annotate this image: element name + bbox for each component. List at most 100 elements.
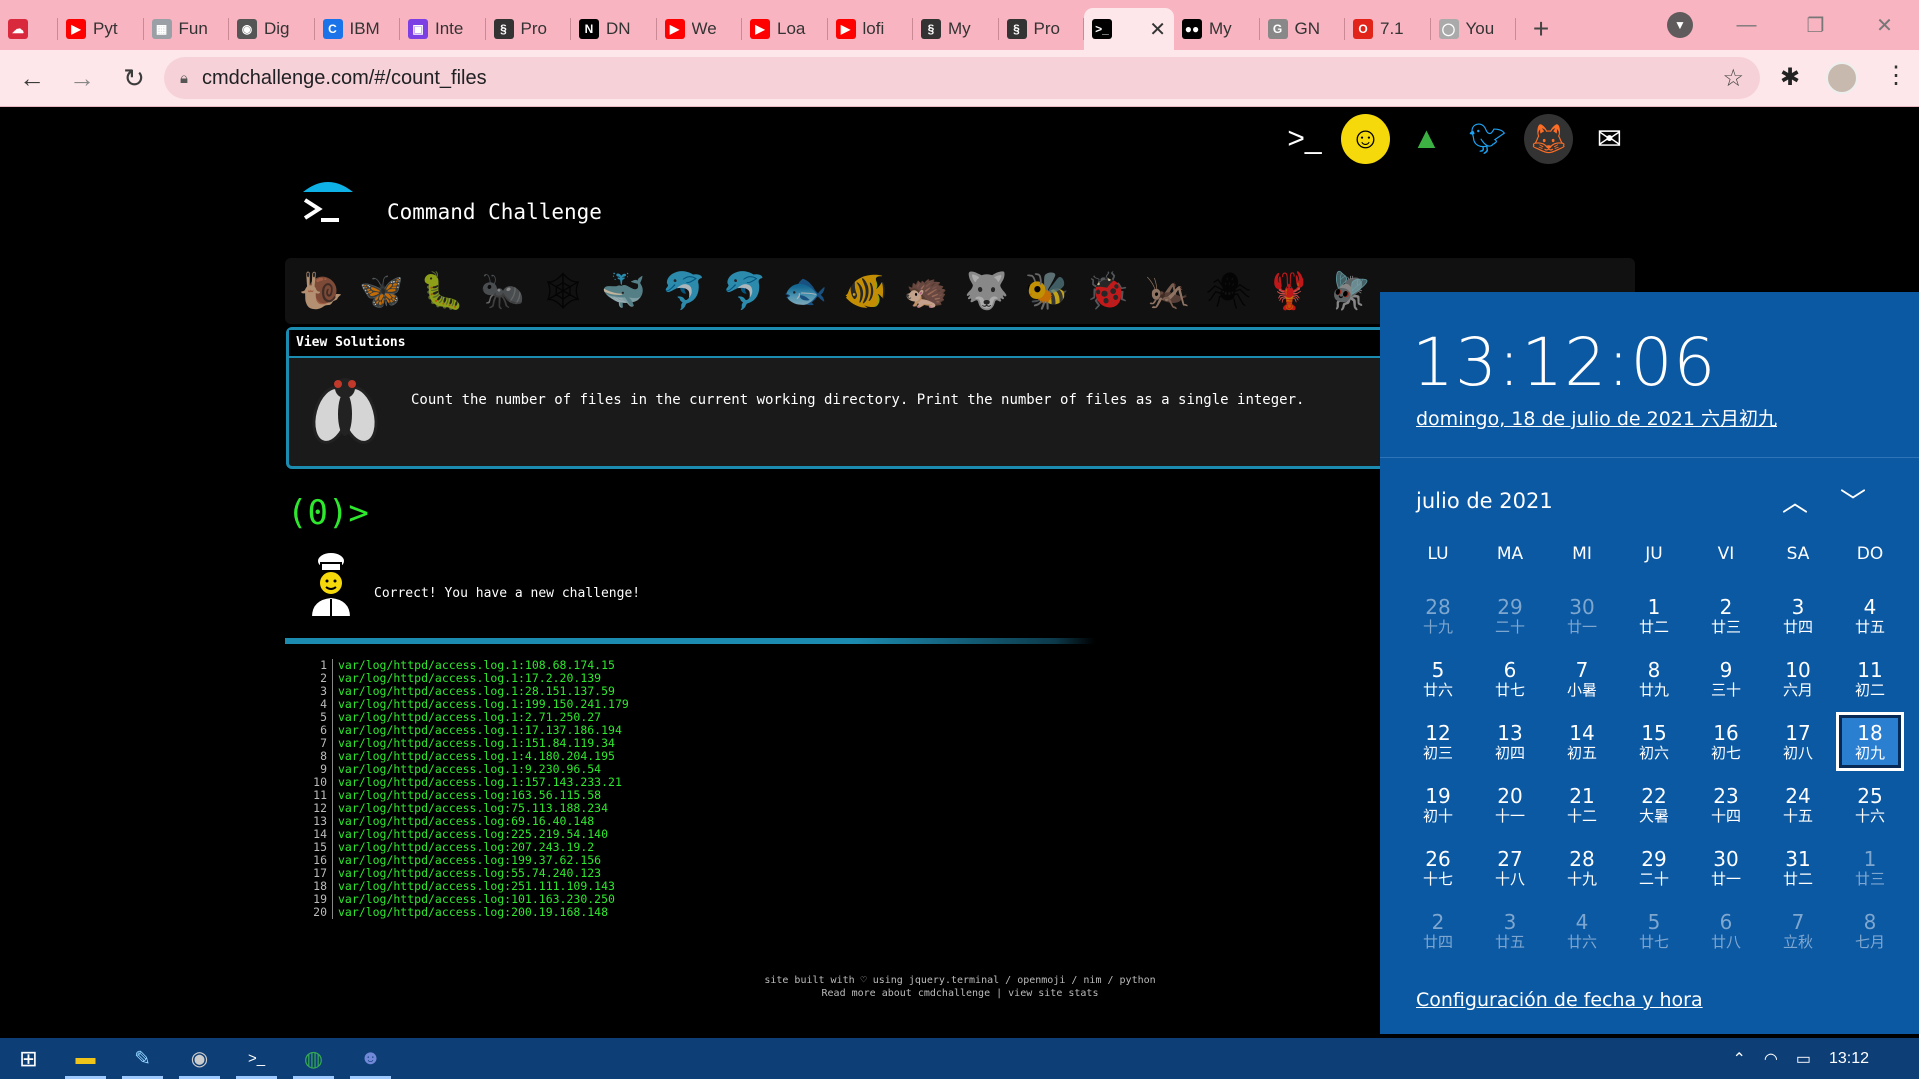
calendar-day[interactable]: 30 廿一 <box>1690 836 1762 899</box>
tree-icon[interactable]: ▲ <box>1402 114 1451 164</box>
tab-search-button[interactable]: ▼ <box>1667 12 1693 38</box>
calendar-day[interactable]: 9 三十 <box>1690 647 1762 710</box>
chevron-up-icon[interactable]: ︿ <box>1782 482 1808 519</box>
file-explorer-icon[interactable]: ▬ <box>57 1038 114 1079</box>
chevron-up-icon[interactable]: ⌃ <box>1732 1049 1745 1069</box>
calendar-day[interactable]: 20 十一 <box>1474 773 1546 836</box>
calendar-day[interactable]: 23 十四 <box>1690 773 1762 836</box>
battery-icon[interactable]: ▭ <box>1796 1049 1811 1069</box>
date-time-settings-link[interactable]: Configuración de fecha y hora <box>1416 989 1703 1011</box>
challenge-animal-icon[interactable]: 🐺 <box>961 265 1013 317</box>
browser-menu-icon[interactable]: ⋮ <box>1884 61 1908 90</box>
calendar-day[interactable]: 4 廿六 <box>1546 899 1618 962</box>
challenge-animal-icon[interactable]: 🐛 <box>416 265 468 317</box>
taskbar-clock[interactable]: 13:12 <box>1829 1050 1869 1068</box>
terminal-logo-icon[interactable]: >_ <box>1280 114 1329 164</box>
calendar-day[interactable]: 10 六月 <box>1762 647 1834 710</box>
calendar-day[interactable]: 4 廿五 <box>1834 584 1906 647</box>
calendar-day[interactable]: 5 廿七 <box>1618 899 1690 962</box>
calendar-day[interactable]: 7 小暑 <box>1546 647 1618 710</box>
close-window-icon[interactable]: ✕ <box>1850 13 1919 38</box>
wifi-icon[interactable]: ◠ <box>1764 1049 1778 1069</box>
challenge-animal-icon[interactable]: 🐬 <box>658 265 710 317</box>
challenge-animal-icon[interactable]: 🐳 <box>598 265 650 317</box>
calendar-day[interactable]: 8 七月 <box>1834 899 1906 962</box>
profile-avatar[interactable] <box>1826 62 1858 94</box>
challenge-animal-icon[interactable]: 🐝 <box>1021 265 1073 317</box>
calendar-day[interactable]: 19 初十 <box>1402 773 1474 836</box>
challenge-animal-icon[interactable]: 🦞 <box>1263 265 1315 317</box>
browser-tab[interactable]: § My <box>913 8 999 50</box>
calendar-day[interactable]: 1 廿二 <box>1618 584 1690 647</box>
browser-tab[interactable]: ◉ Dig <box>229 8 315 50</box>
face-icon[interactable]: ☺ <box>1341 114 1390 164</box>
footer-links[interactable]: Read more about cmdchallenge | view site… <box>700 987 1220 1000</box>
browser-tab[interactable]: >_ ✕ <box>1084 8 1174 50</box>
extensions-icon[interactable]: ✱ <box>1780 63 1800 92</box>
bookmark-star-icon[interactable]: ☆ <box>1722 64 1744 93</box>
calendar-day[interactable]: 21 十二 <box>1546 773 1618 836</box>
browser-tab[interactable]: O 7.1 <box>1345 8 1431 50</box>
browser-tab[interactable]: ☁ <box>0 8 58 50</box>
chevron-down-icon[interactable]: ﹀ <box>1840 482 1866 519</box>
calendar-day[interactable]: 6 廿八 <box>1690 899 1762 962</box>
browser-tab[interactable]: ▶ We <box>657 8 743 50</box>
challenge-animal-icon[interactable]: 🦋 <box>356 265 408 317</box>
calendar-day[interactable]: 22 大暑 <box>1618 773 1690 836</box>
calendar-day[interactable]: 30 廿一 <box>1546 584 1618 647</box>
restore-icon[interactable]: ❐ <box>1781 13 1850 38</box>
calendar-day[interactable]: 11 初二 <box>1834 647 1906 710</box>
calendar-day[interactable]: 2 廿三 <box>1690 584 1762 647</box>
browser-tab[interactable]: § Pro <box>486 8 572 50</box>
browser-tab[interactable]: ▣ Inte <box>400 8 486 50</box>
calendar-day-today[interactable]: 18 初九 <box>1836 712 1904 771</box>
terminal-logo-icon[interactable] <box>297 176 359 243</box>
browser-tab[interactable]: ▶ Loa <box>742 8 828 50</box>
browser-tab[interactable]: ▦ Fun <box>144 8 230 50</box>
challenge-animal-icon[interactable]: 🕷 <box>1203 265 1255 317</box>
challenge-animal-icon[interactable]: 🐌 <box>295 265 347 317</box>
calendar-day[interactable]: 28 十九 <box>1546 836 1618 899</box>
challenge-animal-icon[interactable]: 🐠 <box>840 265 892 317</box>
calendar-day[interactable]: 26 十七 <box>1402 836 1474 899</box>
calendar-day[interactable]: 1 廿三 <box>1834 836 1906 899</box>
terminal-prompt[interactable]: (0)> <box>287 493 369 533</box>
challenge-animal-icon[interactable]: 🐟 <box>779 265 831 317</box>
calendar-day[interactable]: 15 初六 <box>1618 710 1690 773</box>
back-icon[interactable]: ← <box>16 62 48 94</box>
minimize-icon[interactable]: — <box>1712 14 1781 37</box>
browser-tab[interactable]: ●● My <box>1174 8 1260 50</box>
challenge-animal-icon[interactable]: 🦗 <box>1142 265 1194 317</box>
calendar-day[interactable]: 12 初三 <box>1402 710 1474 773</box>
calendar-day[interactable]: 24 十五 <box>1762 773 1834 836</box>
view-solutions-link[interactable]: View Solutions <box>289 330 1403 358</box>
gitlab-icon[interactable]: 🦊︎ <box>1524 114 1573 164</box>
calendar-day[interactable]: 8 廿九 <box>1618 647 1690 710</box>
browser-tab[interactable]: G GN <box>1260 8 1346 50</box>
challenge-animal-icon[interactable]: 🐞 <box>1082 265 1134 317</box>
calendar-day[interactable]: 28 十九 <box>1402 584 1474 647</box>
calendar-day[interactable]: 29 二十 <box>1618 836 1690 899</box>
challenge-animal-icon[interactable]: 🐜 <box>477 265 529 317</box>
calendar-day[interactable]: 2 廿四 <box>1402 899 1474 962</box>
notepad-icon[interactable]: ✎ <box>114 1038 171 1079</box>
browser-tab[interactable]: ▶ lofi <box>828 8 914 50</box>
app-icon[interactable]: ◉ <box>171 1038 228 1079</box>
browser-tab[interactable]: ◯ You <box>1431 8 1517 50</box>
calendar-day[interactable]: 17 初八 <box>1762 710 1834 773</box>
terminal-icon[interactable]: >_ <box>228 1038 285 1079</box>
calendar-day[interactable]: 27 十八 <box>1474 836 1546 899</box>
calendar-day[interactable]: 13 初四 <box>1474 710 1546 773</box>
browser-tab[interactable]: N DN <box>571 8 657 50</box>
calendar-day[interactable]: 25 十六 <box>1834 773 1906 836</box>
mail-icon[interactable]: ✉ <box>1585 114 1634 164</box>
calendar-day[interactable]: 6 廿七 <box>1474 647 1546 710</box>
site-title[interactable]: Command Challenge <box>387 200 602 224</box>
calendar-day[interactable]: 3 廿五 <box>1474 899 1546 962</box>
close-tab-icon[interactable]: ✕ <box>1149 17 1166 42</box>
new-tab-button[interactable]: + <box>1516 8 1566 50</box>
address-bar[interactable]: 🔒︎ cmdchallenge.com/#/count_files ☆ <box>164 57 1760 99</box>
discord-icon[interactable]: ☻ <box>342 1038 399 1079</box>
browser-tab[interactable]: C IBM <box>315 8 401 50</box>
calendar-day[interactable]: 7 立秋 <box>1762 899 1834 962</box>
